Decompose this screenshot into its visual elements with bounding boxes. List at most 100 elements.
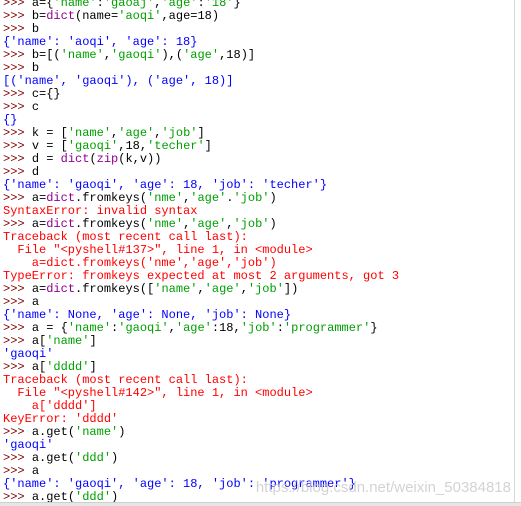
prompt-marker: >>> (3, 282, 32, 296)
code-text: d = (31, 152, 61, 166)
builtin-name: dict (46, 217, 76, 231)
code-text: a[ (31, 360, 47, 374)
output-text: {} (3, 113, 18, 127)
input-line: >>> a['name'] (3, 335, 513, 348)
prompt-marker: >>> (3, 100, 32, 114)
code-text: ) (111, 451, 119, 465)
string-literal: 'name' (46, 334, 90, 348)
output-text: 'gaoqi' (3, 347, 54, 361)
code-text: a= (31, 282, 47, 296)
code-text: b (31, 22, 40, 36)
code-text: d (31, 165, 40, 179)
code-text: b= (31, 9, 47, 23)
prompt-marker: >>> (3, 126, 32, 140)
code-text: ,18)] (219, 48, 256, 62)
code-text: a = { (31, 321, 68, 335)
error-text: SyntaxError: invalid syntax (3, 204, 198, 218)
builtin-name: dict (46, 9, 76, 23)
prompt-marker: >>> (3, 360, 32, 374)
prompt-marker: >>> (3, 165, 32, 179)
code-text: a= (31, 217, 47, 231)
string-literal: 'age' (190, 191, 227, 205)
builtin-name: zip (96, 152, 119, 166)
string-literal: 'nme' (147, 217, 184, 231)
string-literal: 'programmer' (283, 321, 371, 335)
code-text: .fromkeys([ (75, 282, 155, 296)
error-text: File "<pyshell#137>", line 1, in <module… (3, 243, 313, 257)
code-text: ,age=18) (161, 9, 220, 23)
code-text: ] (89, 360, 97, 374)
code-text: ]) (283, 282, 299, 296)
input-line: >>> b=[('name','gaoqi'),('age',18)] (3, 49, 513, 62)
string-literal: 'age' (204, 282, 241, 296)
string-literal: 'name' (67, 126, 112, 140)
input-line: >>> d = dict(zip(k,v)) (3, 153, 513, 166)
code-text: ) (269, 217, 277, 231)
code-text: .fromkeys( (75, 191, 148, 205)
code-text: } (233, 0, 241, 10)
builtin-name: dict (46, 282, 76, 296)
code-text: , (240, 282, 248, 296)
string-literal: 'gaoqi' (67, 139, 119, 153)
code-text: c={} (31, 87, 61, 101)
error-text: a=dict.fromkeys('nme','age','job') (3, 256, 277, 270)
prompt-marker: >>> (3, 217, 32, 231)
string-literal: 'job' (233, 191, 270, 205)
code-text: a (31, 295, 40, 309)
code-text: ] (197, 126, 205, 140)
code-text: v = [ (31, 139, 68, 153)
prompt-marker: >>> (3, 152, 32, 166)
prompt-marker: >>> (3, 334, 32, 348)
output-text: 'gaoqi' (3, 438, 54, 452)
code-text: ),( (161, 48, 184, 62)
code-text: } (370, 321, 378, 335)
builtin-name: dict (60, 152, 90, 166)
input-line: >>> a.get('name') (3, 426, 513, 439)
code-text: ] (204, 139, 212, 153)
string-literal: 'job' (240, 321, 277, 335)
string-literal: 'aoqi' (118, 9, 162, 23)
prompt-marker: >>> (3, 464, 32, 478)
output-text: {'name': None, 'age': None, 'job': None} (3, 308, 292, 322)
prompt-marker: >>> (3, 87, 32, 101)
string-literal: 'age' (190, 217, 227, 231)
input-line: >>> c (3, 101, 513, 114)
code-text: k = [ (31, 126, 68, 140)
error-text: File "<pyshell#142>", line 1, in <module… (3, 386, 313, 400)
input-line: >>> a.get('ddd') (3, 452, 513, 465)
python-shell-output[interactable]: >>> a={'name':'gaoaj','age':'18'} >>> b=d… (3, 0, 513, 504)
prompt-marker: >>> (3, 48, 32, 62)
code-text: a.get( (31, 425, 76, 439)
code-text: a= (31, 191, 47, 205)
prompt-marker: >>> (3, 425, 32, 439)
string-literal: 'job' (233, 217, 270, 231)
string-literal: 'age' (183, 48, 220, 62)
string-literal: 'age' (175, 321, 212, 335)
watermark: https://blog.csdn.net/weixin_50384818 (255, 479, 511, 496)
error-text: KeyError: 'dddd' (3, 412, 119, 426)
code-text: ) (118, 425, 126, 439)
error-text: a['dddd'] (3, 399, 97, 413)
code-text: ] (89, 334, 97, 348)
prompt-marker: >>> (3, 321, 32, 335)
code-text: b=[( (31, 48, 61, 62)
string-literal: 'techer' (147, 139, 205, 153)
code-text: b (31, 61, 40, 75)
output-line: [('name', 'gaoqi'), ('age', 18)] (3, 75, 513, 88)
output-text: {'name': 'gaoqi', 'age': 18, 'job': 'tec… (3, 178, 328, 192)
string-literal: 'dddd' (46, 360, 90, 374)
input-line: >>> b=dict(name='aoqi',age=18) (3, 10, 513, 23)
output-text: [('name', 'gaoqi'), ('age', 18)] (3, 74, 234, 88)
prompt-marker: >>> (3, 22, 32, 36)
code-text: , (168, 321, 176, 335)
vertical-scrollbar[interactable] (514, 0, 521, 503)
code-text: : (276, 321, 284, 335)
code-text: , (197, 282, 205, 296)
prompt-marker: >>> (3, 9, 32, 23)
string-literal: 'gaoqi' (111, 48, 162, 62)
prompt-marker: >>> (3, 139, 32, 153)
string-literal: 'job' (247, 282, 284, 296)
code-text: ( (89, 152, 97, 166)
string-literal: 'name' (67, 321, 112, 335)
string-literal: 'name' (75, 425, 119, 439)
